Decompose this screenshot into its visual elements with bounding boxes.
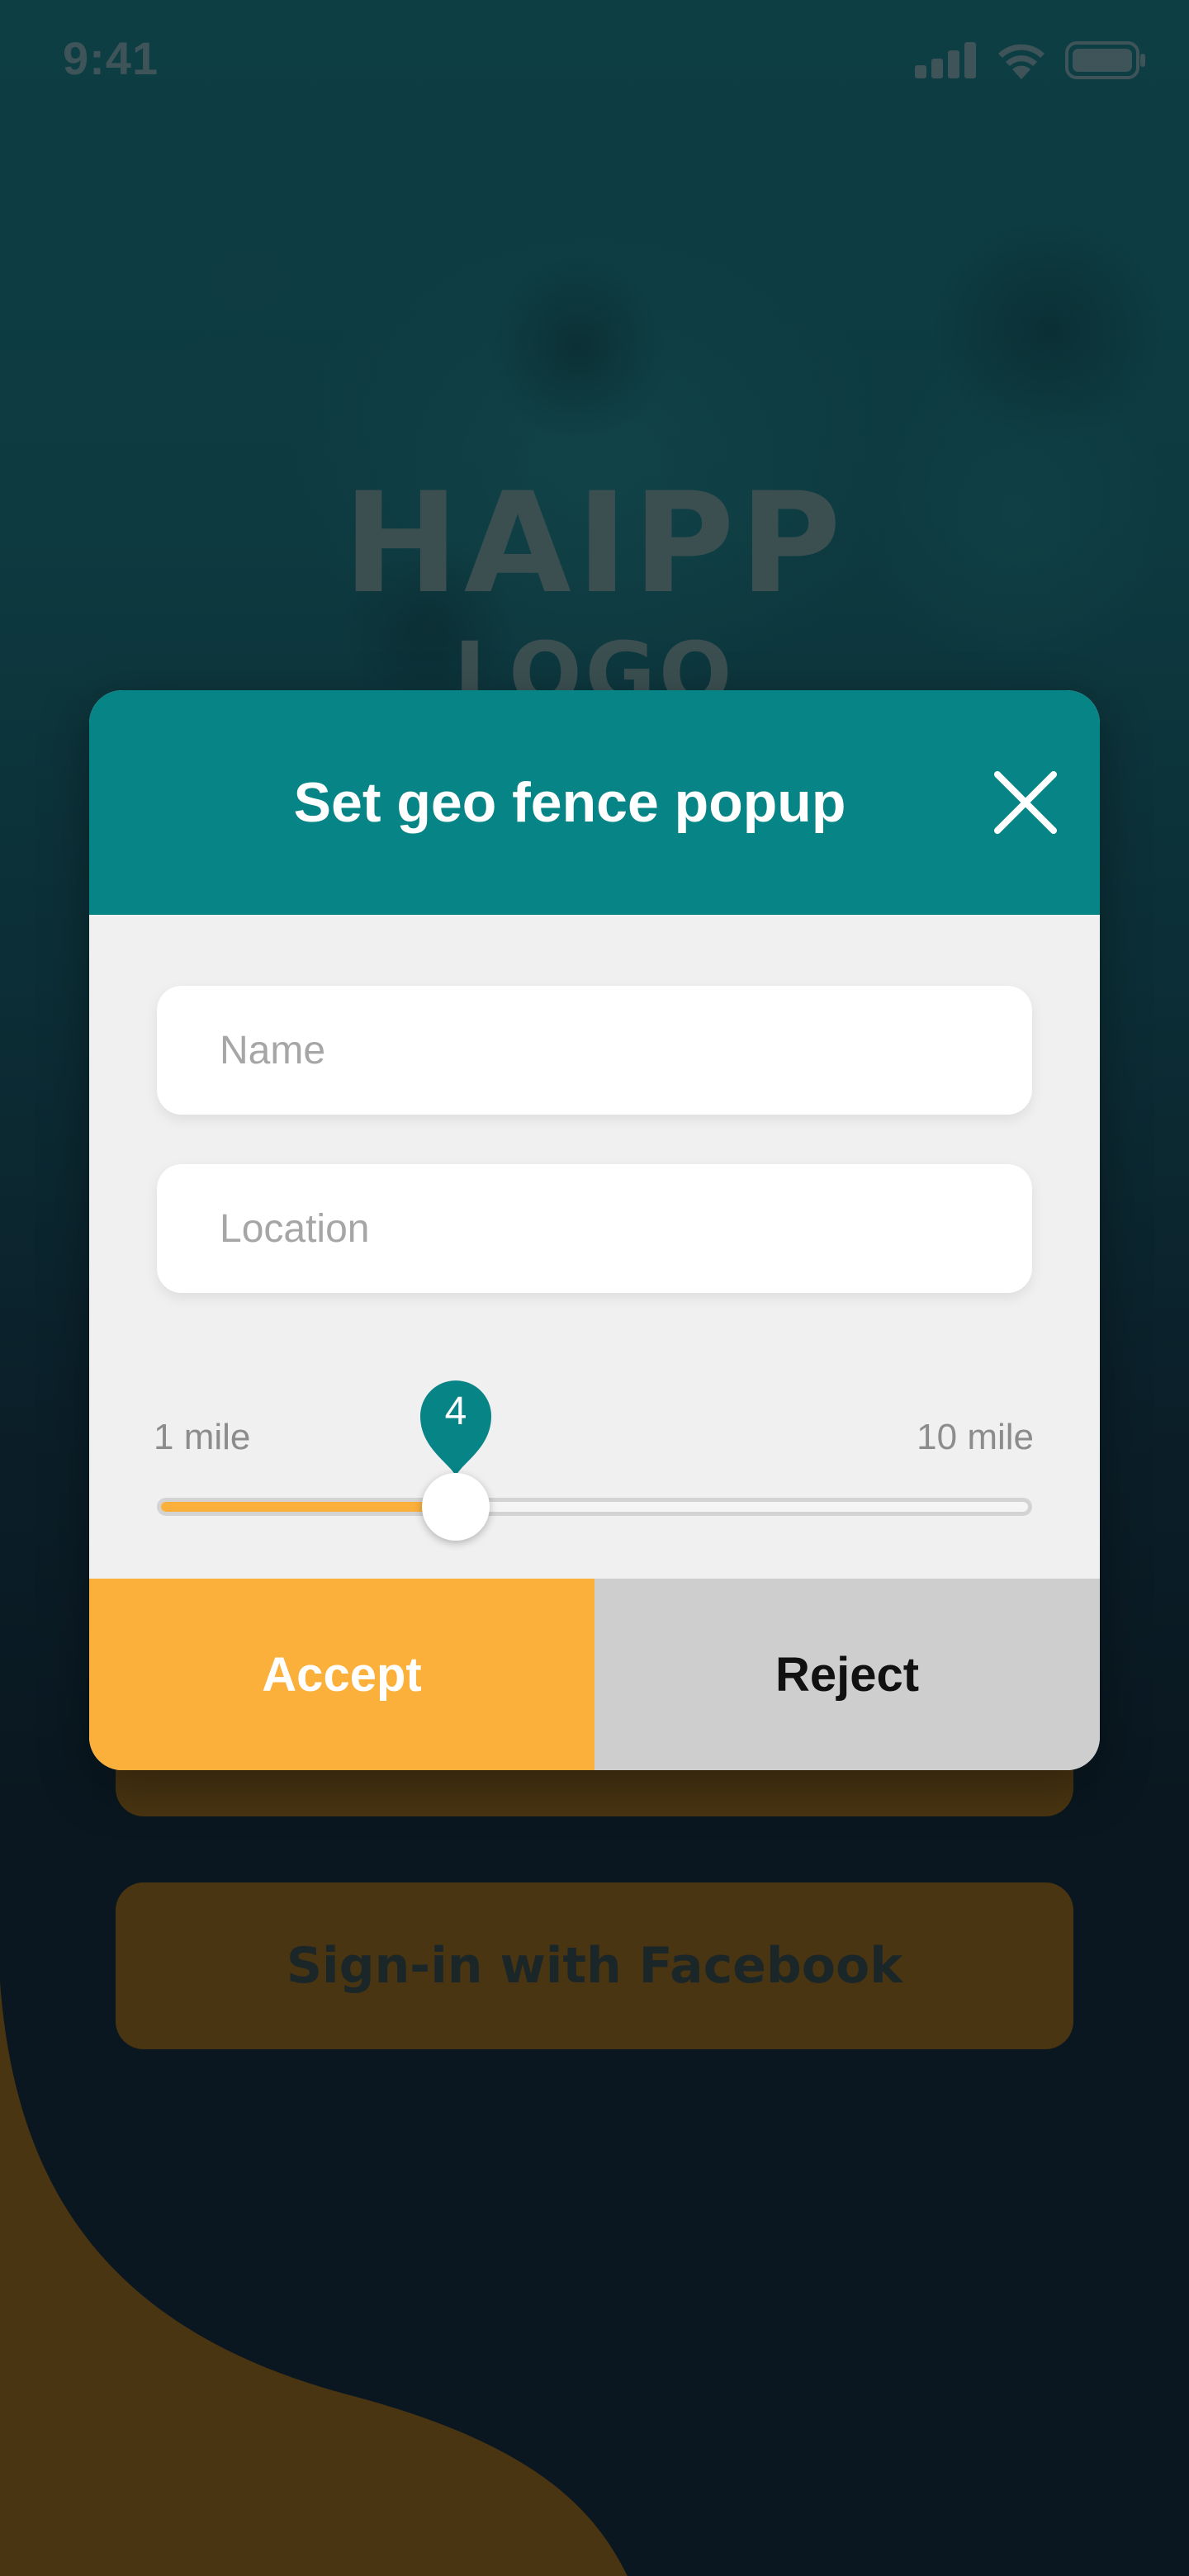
app-logo-title: HAIPP [343, 462, 846, 624]
accept-button[interactable]: Accept [89, 1579, 594, 1770]
geo-fence-modal: Set geo fence popup 1 mile 10 mile 4 Acc… [89, 690, 1100, 1770]
slider-track [157, 1498, 1032, 1516]
slider-thumb[interactable] [422, 1473, 490, 1541]
cellular-signal-icon [915, 42, 976, 78]
background-wave-shape [0, 1982, 628, 2576]
range-min-label: 1 mile [154, 1417, 251, 1457]
name-input[interactable] [157, 986, 1032, 1115]
modal-title: Set geo fence popup [293, 771, 846, 834]
status-time: 9:41 [63, 32, 159, 84]
modal-actions: Accept Reject [89, 1579, 1100, 1770]
slider-fill [161, 1502, 456, 1512]
status-bar: 9:41 [0, 0, 1189, 124]
wifi-icon [998, 44, 1045, 79]
range-max-label: 10 mile [917, 1417, 1034, 1457]
signin-facebook-button: Sign-in with Facebook [116, 1882, 1073, 2049]
status-icons [915, 41, 1146, 79]
location-field-container [157, 1164, 1032, 1293]
slider-value-bubble: 4 [417, 1377, 495, 1476]
location-input[interactable] [157, 1164, 1032, 1293]
slider-value-label: 4 [444, 1390, 467, 1433]
close-icon[interactable] [994, 771, 1057, 834]
distance-slider[interactable]: 4 [157, 1380, 1032, 1541]
name-field-container [157, 986, 1032, 1115]
reject-button[interactable]: Reject [594, 1579, 1100, 1770]
battery-icon [1065, 41, 1145, 79]
modal-header: Set geo fence popup [89, 690, 1100, 915]
